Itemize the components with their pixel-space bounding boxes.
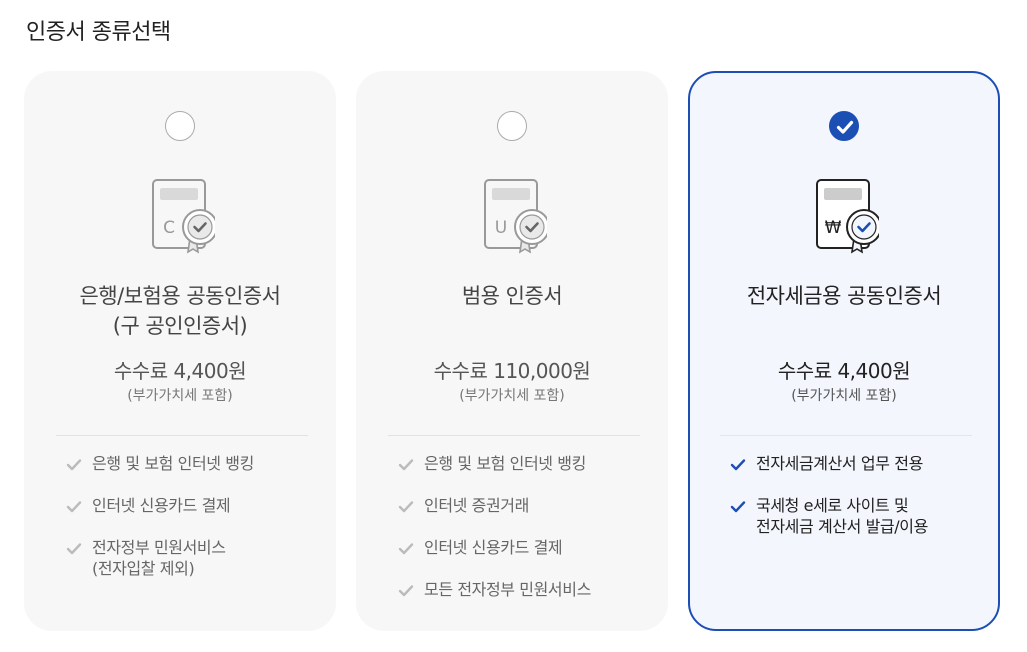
checkmark-icon	[66, 498, 82, 519]
feature-text: 은행 및 보험 인터넷 뱅킹	[92, 454, 254, 473]
feature-text: 인터넷 증권거래	[424, 496, 529, 515]
certificate-icon: C	[145, 178, 218, 258]
radio-button[interactable]	[497, 111, 527, 141]
checkmark-icon	[398, 498, 414, 519]
card-title: 전자세금용 공동인증서	[690, 281, 998, 311]
svg-text:C: C	[163, 218, 175, 238]
card-fee: 수수료 4,400원	[113, 359, 247, 383]
card-title-line: 범용 인증서	[461, 284, 563, 308]
feature-text: 국세청 e세로 사이트 및	[756, 496, 909, 515]
checkmark-icon	[398, 540, 414, 561]
svg-text:₩: ₩	[825, 218, 842, 238]
divider	[388, 435, 640, 436]
card-fee: 수수료 110,000원	[433, 359, 591, 383]
card-title-line: 전자세금용 공동인증서	[746, 284, 942, 308]
card-title-line: 은행/보험용 공동인증서	[79, 284, 281, 308]
page-title: 인증서 종류선택	[26, 20, 171, 45]
feature-text: 전자정부 민원서비스	[92, 538, 226, 557]
feature-item: 인터넷 신용카드 결제	[66, 495, 316, 516]
divider	[720, 435, 972, 436]
feature-item: 전자정부 민원서비스 (전자입찰 제외)	[66, 537, 316, 579]
feature-text: 은행 및 보험 인터넷 뱅킹	[424, 454, 586, 473]
feature-text: (전자입찰 제외)	[92, 559, 195, 578]
feature-item: 은행 및 보험 인터넷 뱅킹	[398, 453, 648, 474]
card-vat-note: (부가가치세 포함)	[459, 388, 565, 404]
feature-item: 인터넷 신용카드 결제	[398, 537, 648, 558]
card-title: 범용 인증서	[358, 281, 666, 311]
checkmark-icon	[398, 582, 414, 603]
feature-item: 은행 및 보험 인터넷 뱅킹	[66, 453, 316, 474]
checkmark-icon	[398, 456, 414, 477]
card-vat-note: (부가가치세 포함)	[791, 388, 897, 404]
card-vat-note: (부가가치세 포함)	[127, 388, 233, 404]
cert-card-general-purpose[interactable]: U 범용 인증서 수수료 110,000원 (부가가치세 포함) 은행 및 보험…	[356, 71, 668, 631]
feature-text: 인터넷 신용카드 결제	[424, 538, 563, 557]
feature-list: 전자세금계산서 업무 전용 국세청 e세로 사이트 및 전자세금 계산서 발급/…	[730, 453, 980, 558]
card-fee: 수수료 4,400원	[777, 359, 911, 383]
card-title-line: (구 공인인증서)	[112, 314, 248, 338]
feature-item: 전자세금계산서 업무 전용	[730, 453, 980, 474]
checkmark-icon	[66, 540, 82, 561]
feature-item: 인터넷 증권거래	[398, 495, 648, 516]
feature-item: 국세청 e세로 사이트 및 전자세금 계산서 발급/이용	[730, 495, 980, 537]
feature-item: 모든 전자정부 민원서비스	[398, 579, 648, 600]
certificate-icon: U	[477, 178, 550, 258]
feature-list: 은행 및 보험 인터넷 뱅킹 인터넷 신용카드 결제 전자정부 민원서비스 (전…	[66, 453, 316, 600]
feature-text: 전자세금 계산서 발급/이용	[756, 517, 928, 536]
feature-text: 모든 전자정부 민원서비스	[424, 580, 591, 599]
radio-button[interactable]	[165, 111, 195, 141]
cert-card-e-tax[interactable]: ₩ 전자세금용 공동인증서 수수료 4,400원 (부가가치세 포함) 전자세금…	[688, 71, 1000, 631]
divider	[56, 435, 308, 436]
feature-text: 전자세금계산서 업무 전용	[756, 454, 923, 473]
checkmark-icon	[66, 456, 82, 477]
svg-text:U: U	[495, 218, 507, 238]
feature-list: 은행 및 보험 인터넷 뱅킹 인터넷 증권거래 인터넷 신용카드 결제 모든 전…	[398, 453, 648, 621]
certificate-icon: ₩	[809, 178, 882, 258]
cert-card-bank-insurance[interactable]: C 은행/보험용 공동인증서 (구 공인인증서) 수수료 4,400원 (부가가…	[24, 71, 336, 631]
check-circle-icon[interactable]	[829, 111, 859, 141]
checkmark-icon	[730, 456, 746, 477]
card-title: 은행/보험용 공동인증서 (구 공인인증서)	[26, 281, 334, 341]
feature-text: 인터넷 신용카드 결제	[92, 496, 231, 515]
checkmark-icon	[730, 498, 746, 519]
